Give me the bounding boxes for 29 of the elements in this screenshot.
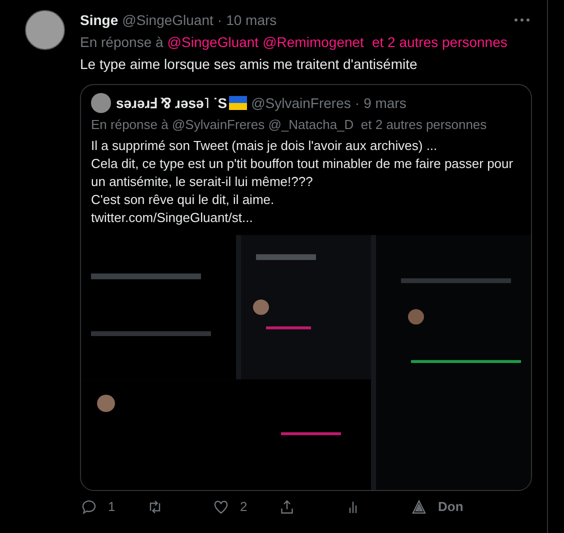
tip-button[interactable]: Don — [410, 497, 464, 516]
tweet-link[interactable]: twitter.com/SingeGluant/st... — [91, 209, 521, 227]
author-handle: @SingeGluant — [122, 11, 214, 30]
separator-dot: · — [354, 94, 360, 113]
tweet-date: 9 mars — [364, 94, 406, 113]
tweet-text: Cela dit, ce type est un p'tit bouffon tout minabler de me faire passer pour un antisémite, le serait-il lui même!??? — [91, 155, 514, 191]
share-icon — [278, 498, 296, 516]
reply-prefix: En réponse à — [80, 33, 164, 52]
tweet-text: Il a supprimé son Tweet (mais je dois l'avoir aux archives) ... — [91, 137, 438, 155]
like-button[interactable]: 2 — [212, 497, 278, 516]
author-name[interactable]: Singe — [80, 10, 118, 30]
separator-dot: · — [217, 11, 222, 30]
author-handle: @SylvainFreres — [251, 94, 351, 113]
reply-button[interactable]: 1 — [80, 497, 146, 516]
tweet-text: C'est son rêve qui le dit, il aime. — [91, 191, 276, 209]
avatar — [91, 93, 111, 113]
comment-icon — [80, 498, 98, 516]
tweet-text: Le type aime lorsque ses amis me traitent d'antisémite — [80, 55, 418, 74]
reply-context: En réponse à @SylvainFreres @_Natacha_D et 2 autres personnes — [91, 116, 488, 134]
others-link[interactable]: et 2 autres personnes — [372, 32, 508, 52]
quoted-tweet[interactable] — [80, 84, 532, 491]
more-icon[interactable] — [513, 17, 531, 23]
author-name: sǝɹǝɹℲ ⅋ ɹǝsǝ˥ ˙S — [116, 94, 228, 113]
mention-link[interactable]: @Remimogenet — [262, 32, 364, 52]
flag-icon — [229, 96, 248, 110]
avatar[interactable] — [25, 10, 65, 50]
tip-icon — [410, 498, 428, 516]
mention-link[interactable]: @SingeGluant — [167, 32, 259, 52]
tweet-date[interactable]: 10 mars — [226, 10, 277, 30]
